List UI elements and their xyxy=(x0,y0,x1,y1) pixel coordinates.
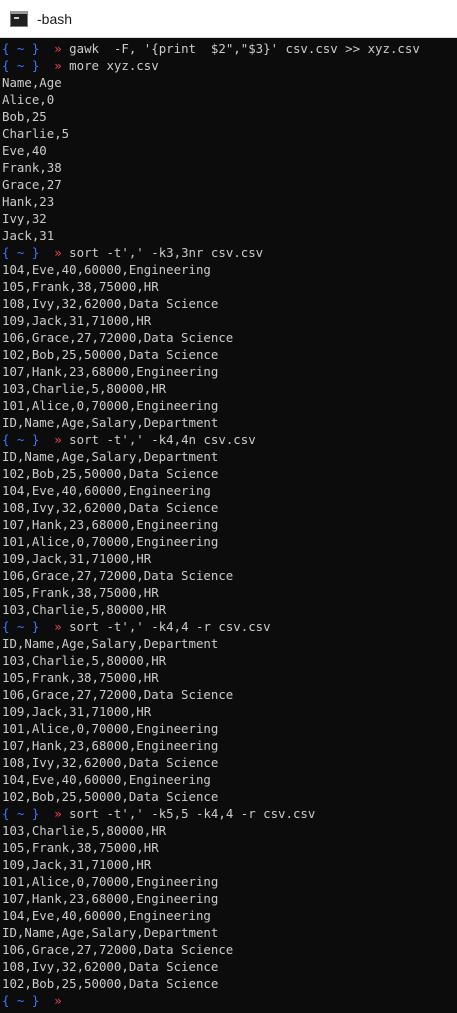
output-line: 106,Grace,27,72000,Data Science xyxy=(2,687,234,702)
output-line: 107,Hank,23,68000,Engineering xyxy=(2,891,219,906)
output-line: Grace,27 xyxy=(2,177,62,192)
output-line: 107,Hank,23,68000,Engineering xyxy=(2,364,219,379)
output-line: 106,Grace,27,72000,Data Science xyxy=(2,330,234,345)
output-line: 101,Alice,0,70000,Engineering xyxy=(2,534,219,549)
output-line: 104,Eve,40,60000,Engineering xyxy=(2,908,211,923)
output-line: 109,Jack,31,71000,HR xyxy=(2,551,152,566)
prompt-arrow: » xyxy=(54,806,62,821)
prompt-arrow: » xyxy=(54,619,62,634)
output-line: 105,Frank,38,75000,HR xyxy=(2,840,159,855)
prompt-dir: { ~ } xyxy=(2,619,40,634)
output-line: 104,Eve,40,60000,Engineering xyxy=(2,262,211,277)
terminal-icon xyxy=(10,10,28,27)
output-line: Eve,40 xyxy=(2,143,47,158)
prompt-arrow: » xyxy=(54,41,62,56)
output-line: 108,Ivy,32,62000,Data Science xyxy=(2,959,219,974)
prompt-line: { ~ } » sort -t',' -k5,5 -k4,4 -r csv.cs… xyxy=(2,805,455,822)
output-line: 105,Frank,38,75000,HR xyxy=(2,279,159,294)
prompt-dir: { ~ } xyxy=(2,993,40,1008)
output-line: 109,Jack,31,71000,HR xyxy=(2,313,152,328)
command-text: sort -t',' -k4,4 -r csv.csv xyxy=(69,619,271,634)
output-line: Hank,23 xyxy=(2,194,55,209)
output-line: ID,Name,Age,Salary,Department xyxy=(2,636,219,651)
output-line: 103,Charlie,5,80000,HR xyxy=(2,602,167,617)
output-line: 107,Hank,23,68000,Engineering xyxy=(2,738,219,753)
terminal-output[interactable]: { ~ } » gawk -F, '{print $2","$3}' csv.c… xyxy=(0,38,457,1013)
output-line: 101,Alice,0,70000,Engineering xyxy=(2,721,219,736)
output-line: 105,Frank,38,75000,HR xyxy=(2,585,159,600)
command-text: sort -t',' -k5,5 -k4,4 -r csv.csv xyxy=(69,806,316,821)
output-line: 101,Alice,0,70000,Engineering xyxy=(2,398,219,413)
prompt-arrow: » xyxy=(54,432,62,447)
prompt-line: { ~ } » sort -t',' -k4,4 -r csv.csv xyxy=(2,618,455,635)
output-line: 102,Bob,25,50000,Data Science xyxy=(2,789,219,804)
output-line: ID,Name,Age,Salary,Department xyxy=(2,415,219,430)
prompt-dir: { ~ } xyxy=(2,806,40,821)
output-line: 109,Jack,31,71000,HR xyxy=(2,704,152,719)
prompt-arrow: » xyxy=(54,993,62,1008)
prompt-dir: { ~ } xyxy=(2,245,40,260)
prompt-dir: { ~ } xyxy=(2,432,40,447)
prompt-dir: { ~ } xyxy=(2,58,40,73)
command-text: sort -t',' -k4,4n csv.csv xyxy=(69,432,256,447)
output-line: 102,Bob,25,50000,Data Science xyxy=(2,466,219,481)
output-line: 108,Ivy,32,62000,Data Science xyxy=(2,755,219,770)
output-line: 103,Charlie,5,80000,HR xyxy=(2,823,167,838)
output-line: Jack,31 xyxy=(2,228,55,243)
output-line: 107,Hank,23,68000,Engineering xyxy=(2,517,219,532)
output-line: Name,Age xyxy=(2,75,62,90)
prompt-line: { ~ } » xyxy=(2,992,455,1009)
output-line: Frank,38 xyxy=(2,160,62,175)
output-line: 104,Eve,40,60000,Engineering xyxy=(2,483,211,498)
output-line: 106,Grace,27,72000,Data Science xyxy=(2,942,234,957)
output-line: ID,Name,Age,Salary,Department xyxy=(2,449,219,464)
command-text: gawk -F, '{print $2","$3}' csv.csv >> xy… xyxy=(69,41,420,56)
output-line: 101,Alice,0,70000,Engineering xyxy=(2,874,219,889)
command-text: more xyz.csv xyxy=(69,58,159,73)
title-bar[interactable]: -bash xyxy=(0,0,457,38)
window-title: -bash xyxy=(37,10,73,27)
output-line: ID,Name,Age,Salary,Department xyxy=(2,925,219,940)
output-line: 103,Charlie,5,80000,HR xyxy=(2,653,167,668)
output-line: Bob,25 xyxy=(2,109,47,124)
output-line: 104,Eve,40,60000,Engineering xyxy=(2,772,211,787)
prompt-arrow: » xyxy=(54,58,62,73)
prompt-line: { ~ } » sort -t',' -k4,4n csv.csv xyxy=(2,431,455,448)
output-line: Charlie,5 xyxy=(2,126,70,141)
prompt-line: { ~ } » more xyz.csv xyxy=(2,57,455,74)
output-line: 102,Bob,25,50000,Data Science xyxy=(2,976,219,991)
output-line: 105,Frank,38,75000,HR xyxy=(2,670,159,685)
command-text: sort -t',' -k3,3nr csv.csv xyxy=(69,245,264,260)
prompt-dir: { ~ } xyxy=(2,41,40,56)
terminal-window: -bash { ~ } » gawk -F, '{print $2","$3}'… xyxy=(0,0,457,1013)
prompt-line: { ~ } » gawk -F, '{print $2","$3}' csv.c… xyxy=(2,40,455,57)
output-line: 103,Charlie,5,80000,HR xyxy=(2,381,167,396)
output-line: 102,Bob,25,50000,Data Science xyxy=(2,347,219,362)
output-line: 108,Ivy,32,62000,Data Science xyxy=(2,500,219,515)
output-line: 106,Grace,27,72000,Data Science xyxy=(2,568,234,583)
output-line: 108,Ivy,32,62000,Data Science xyxy=(2,296,219,311)
prompt-arrow: » xyxy=(54,245,62,260)
output-line: 109,Jack,31,71000,HR xyxy=(2,857,152,872)
prompt-line: { ~ } » sort -t',' -k3,3nr csv.csv xyxy=(2,244,455,261)
output-line: Ivy,32 xyxy=(2,211,47,226)
output-line: Alice,0 xyxy=(2,92,55,107)
